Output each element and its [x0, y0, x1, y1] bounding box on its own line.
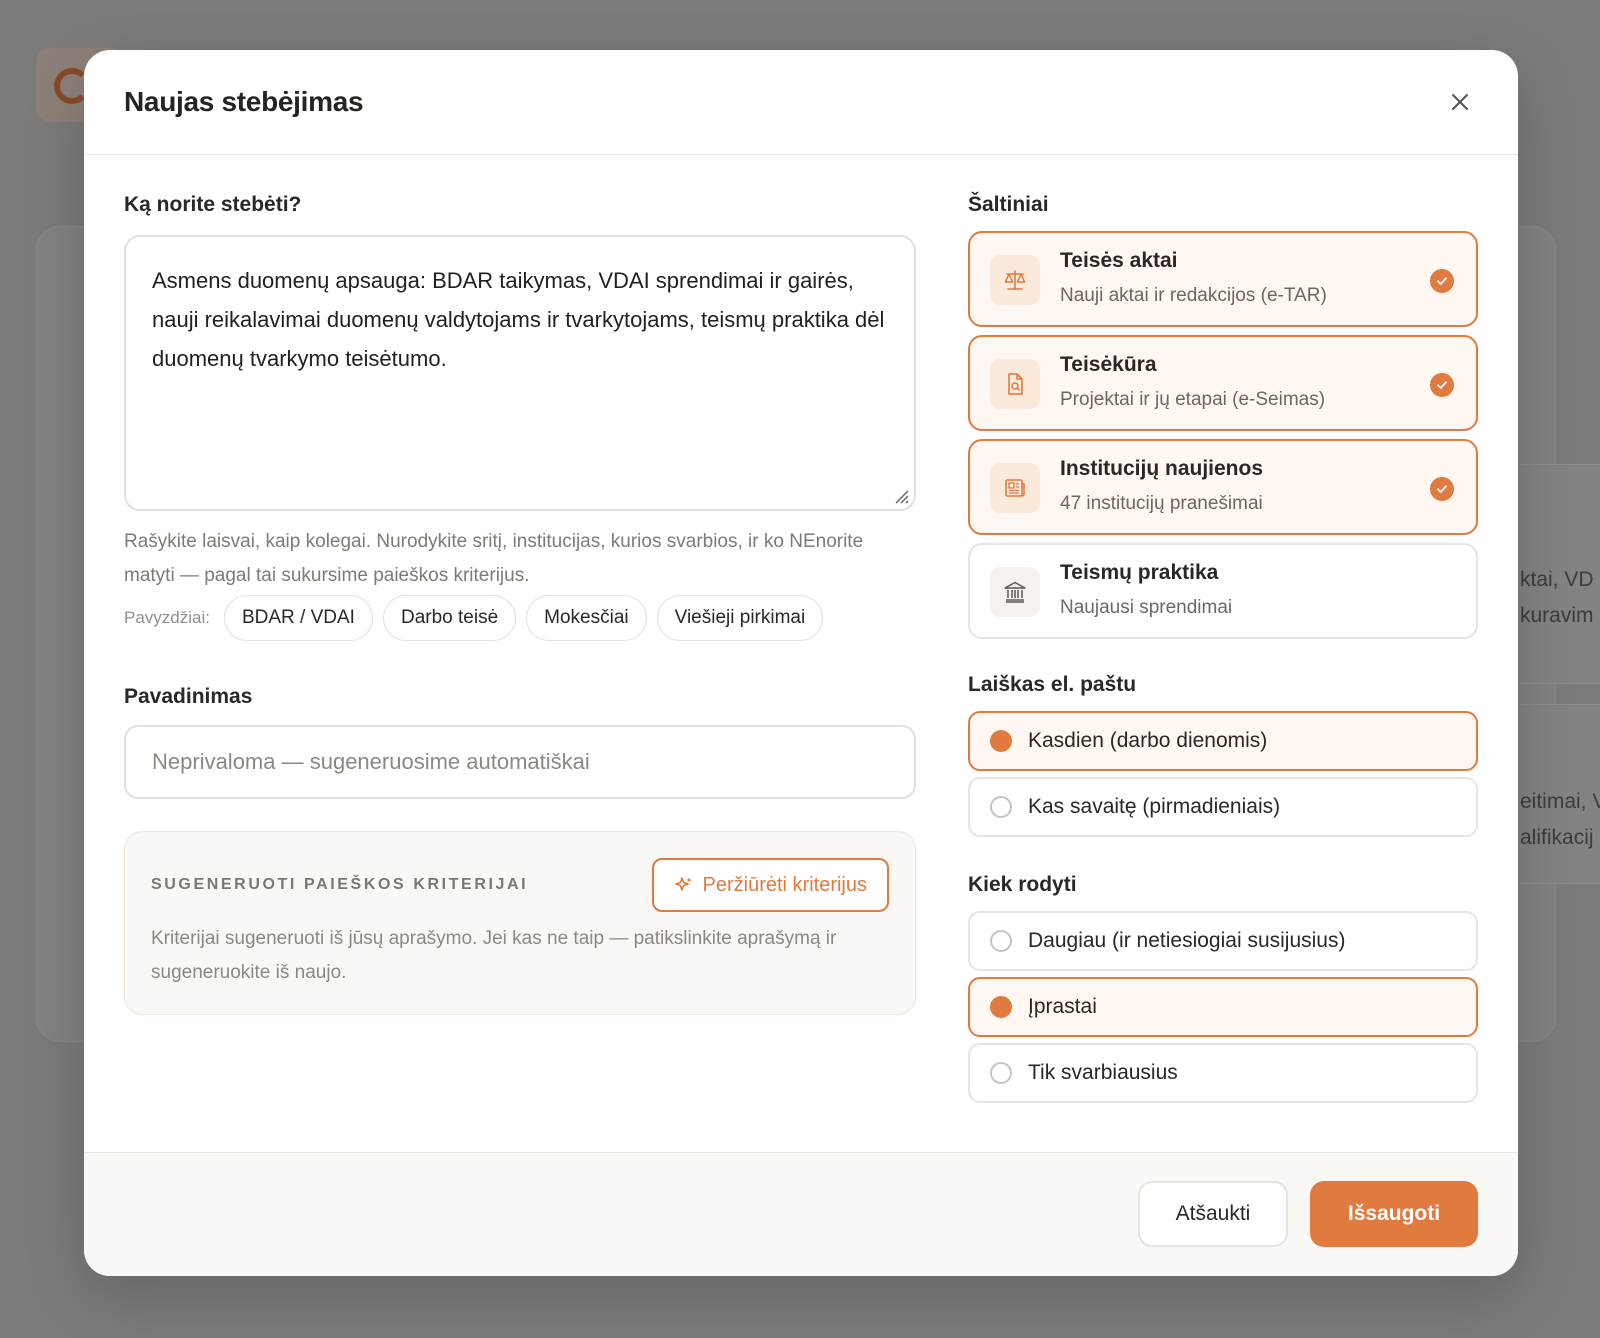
source-card-instituciju-naujienos[interactable]: Institucijų naujienos 47 institucijų pra…	[968, 439, 1478, 535]
source-subtitle: Naujausi sprendimai	[1060, 597, 1233, 618]
source-card-teismu-praktika[interactable]: Teismų praktika Naujausi sprendimai	[968, 543, 1478, 639]
check-icon	[1430, 269, 1454, 293]
example-chip-bdar[interactable]: BDAR / VDAI	[223, 595, 373, 641]
check-icon	[1430, 373, 1454, 397]
background-text: ktai, VD	[1520, 568, 1594, 591]
topic-textarea[interactable]: Asmens duomenų apsauga: BDAR taikymas, V…	[124, 235, 916, 511]
background-text: alifikacij	[1520, 826, 1594, 849]
topic-label: Ką norite stebėti?	[124, 193, 302, 216]
email-label: Laiškas el. paštu	[968, 673, 1137, 696]
examples-label: Pavyzdžiai:	[124, 608, 210, 627]
source-title: Teisės aktai	[1060, 249, 1178, 272]
topic-helper-text: Rašykite laisvai, kaip kolegai. Nurodyki…	[124, 531, 864, 586]
radio-empty-icon	[990, 796, 1012, 818]
scales-icon	[1004, 270, 1026, 290]
save-button[interactable]: Išsaugoti	[1310, 1181, 1478, 1247]
amount-label: Kiek rodyti	[968, 873, 1077, 896]
background-text: kuravim	[1520, 604, 1594, 627]
close-button[interactable]	[1442, 84, 1478, 120]
example-chip-darbo-teise[interactable]: Darbo teisė	[382, 595, 517, 641]
criteria-title: SUGENERUOTI PAIEŠKOS KRITERIJAI	[151, 876, 529, 893]
amount-option-important[interactable]: Tik svarbiausius	[968, 1043, 1478, 1103]
new-watch-dialog: Naujas stebėjimas Ką norite stebėti? Asm…	[84, 50, 1518, 1276]
amount-option-normal[interactable]: Įprastai	[968, 977, 1478, 1037]
example-chip-viesieji-pirkimai[interactable]: Viešieji pirkimai	[656, 595, 824, 641]
radio-label: Daugiau (ir netiesiogiai susijusius)	[1028, 929, 1346, 952]
source-card-teisekura[interactable]: Teisėkūra Projektai ir jų etapai (e-Seim…	[968, 335, 1478, 431]
dialog-title: Naujas stebėjimas	[124, 86, 364, 117]
sources-label: Šaltiniai	[968, 193, 1049, 216]
example-chip-mokesciai[interactable]: Mokesčiai	[526, 595, 647, 641]
courthouse-icon	[1004, 581, 1026, 603]
dialog-footer: Atšaukti Išsaugoti	[84, 1152, 1518, 1276]
document-search-icon	[1008, 373, 1023, 395]
close-icon	[1452, 94, 1468, 110]
radio-empty-icon	[990, 930, 1012, 952]
criteria-panel: SUGENERUOTI PAIEŠKOS KRITERIJAI Peržiūrė…	[124, 831, 916, 1015]
source-title: Institucijų naujienos	[1060, 457, 1264, 480]
source-subtitle: Nauji aktai ir redakcijos (e-TAR)	[1060, 285, 1327, 306]
topic-text: Asmens duomenų apsauga: BDAR taikymas, V…	[152, 268, 885, 371]
source-subtitle: Projektai ir jų etapai (e-Seimas)	[1060, 389, 1326, 410]
radio-selected-icon	[990, 996, 1012, 1018]
source-title: Teisėkūra	[1060, 353, 1157, 376]
radio-empty-icon	[990, 1062, 1012, 1084]
radio-label: Įprastai	[1028, 995, 1097, 1018]
radio-label: Tik svarbiausius	[1028, 1061, 1178, 1084]
source-title: Teismų praktika	[1060, 561, 1219, 584]
resize-handle-icon[interactable]	[890, 485, 910, 505]
newspaper-icon	[1005, 479, 1025, 497]
dialog-header: Naujas stebėjimas	[84, 50, 1518, 155]
cancel-button[interactable]: Atšaukti	[1138, 1181, 1288, 1247]
radio-label: Kasdien (darbo dienomis)	[1028, 729, 1268, 752]
radio-label: Kas savaitę (pirmadieniais)	[1028, 795, 1281, 818]
source-subtitle: 47 institucijų pranešimai	[1060, 493, 1263, 514]
dialog-body: Ką norite stebėti? Asmens duomenų apsaug…	[84, 155, 1518, 1155]
amount-option-more[interactable]: Daugiau (ir netiesiogiai susijusius)	[968, 911, 1478, 971]
email-option-weekly[interactable]: Kas savaitę (pirmadieniais)	[968, 777, 1478, 837]
name-input[interactable]	[124, 725, 916, 799]
radio-selected-icon	[990, 730, 1012, 752]
sparkle-icon	[674, 877, 692, 891]
view-criteria-label: Peržiūrėti kriterijus	[702, 873, 867, 896]
examples-row: Pavyzdžiai: BDAR / VDAI Darbo teisė Moke…	[124, 595, 824, 641]
source-card-teises-aktai[interactable]: Teisės aktai Nauji aktai ir redakcijos (…	[968, 231, 1478, 327]
background-text: eitimai, V	[1520, 790, 1600, 813]
view-criteria-button[interactable]: Peržiūrėti kriterijus	[651, 858, 889, 912]
check-icon	[1430, 477, 1454, 501]
criteria-description: Kriterijai sugeneruoti iš jūsų aprašymo.…	[151, 928, 837, 983]
name-label: Pavadinimas	[124, 685, 253, 708]
email-option-daily[interactable]: Kasdien (darbo dienomis)	[968, 711, 1478, 771]
